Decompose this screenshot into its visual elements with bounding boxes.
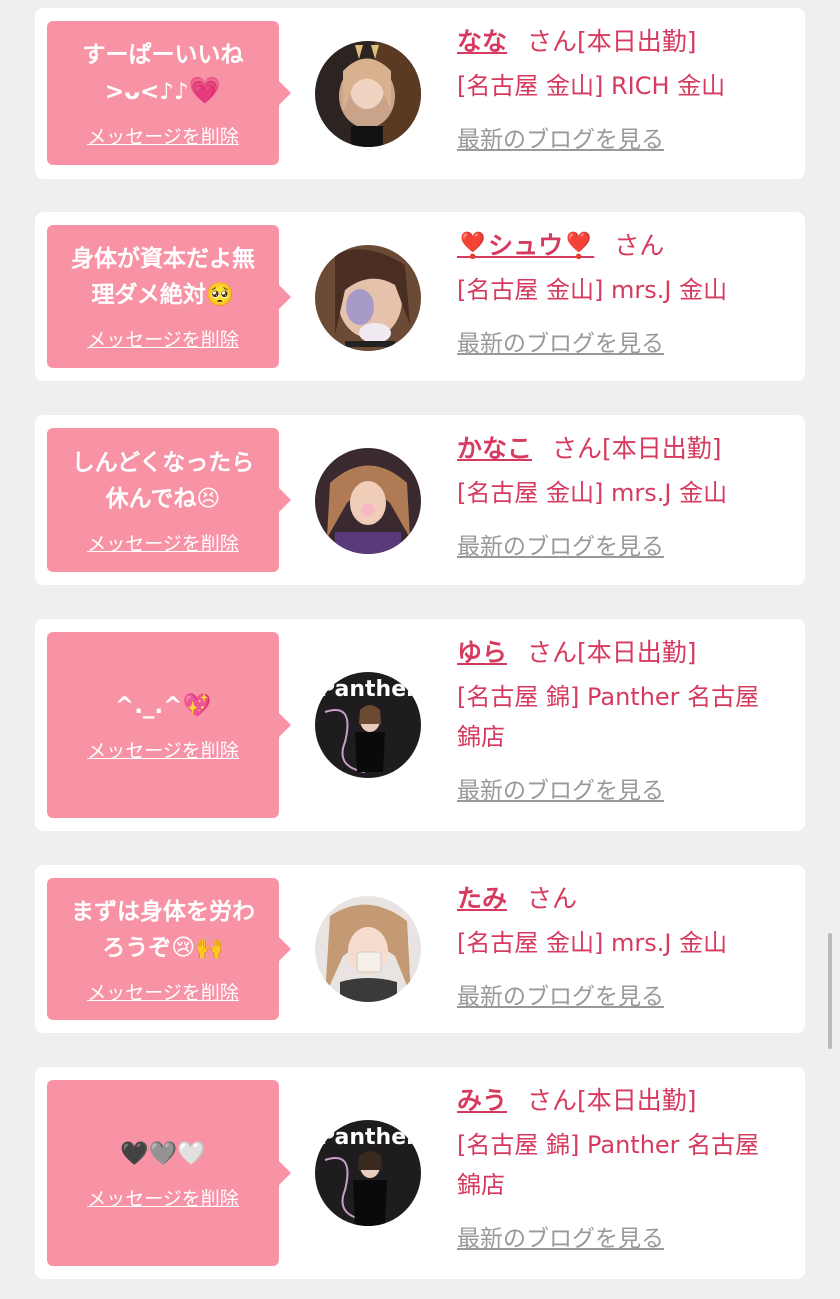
shop-name: [名古屋 金山] mrs.J 金山 — [457, 929, 728, 957]
avatar[interactable] — [315, 896, 421, 1002]
delete-message-link[interactable]: メッセージを削除 — [87, 978, 239, 1005]
avatar[interactable] — [315, 245, 421, 351]
honorific: さん — [527, 884, 578, 913]
latest-blog-link[interactable]: 最新のブログを見る — [457, 120, 664, 154]
cast-name-link[interactable]: ❣️シュウ❣️ — [457, 231, 594, 260]
cast-info: ❣️シュウ❣️ さん [名古屋 金山] mrs.J 金山 最新のブログを見る — [457, 226, 795, 358]
message-bubble: 身体が資本だよ無 理ダメ絶対🥺 メッセージを削除 — [47, 225, 291, 368]
avatar[interactable]: Panther — [315, 672, 421, 778]
avatar[interactable] — [315, 41, 421, 147]
cast-name-link[interactable]: なな — [457, 27, 507, 56]
message-bubble: 🖤🩶🤍 メッセージを削除 — [47, 1080, 291, 1266]
honorific: さん — [552, 434, 603, 463]
message-bubble: まずは身体を労わ ろうぞ😢🙌 メッセージを削除 — [47, 878, 291, 1020]
shop-name: [名古屋 金山] mrs.J 金山 — [457, 276, 728, 304]
honorific: さん — [527, 1086, 578, 1115]
work-status: [本日出勤] — [577, 27, 697, 56]
cast-name-link[interactable]: ゆら — [457, 638, 507, 667]
cast-header: たみ さん — [457, 879, 795, 919]
shop-name: [名古屋 金山] mrs.J 金山 — [457, 479, 728, 507]
message-card: 🖤🩶🤍 メッセージを削除 Panther みう さん[本日出勤] [名古屋 錦] … — [35, 1067, 805, 1279]
shop-name: [名古屋 金山] RICH 金山 — [457, 72, 726, 100]
cast-name-link[interactable]: たみ — [457, 884, 507, 913]
honorific: さん — [527, 638, 578, 667]
cast-header: ❣️シュウ❣️ さん — [457, 226, 795, 266]
message-card: ^._.^💖 メッセージを削除 Panther ゆら さん[本日出勤] [名古屋 … — [35, 619, 805, 831]
avatar-logo-text: Panther — [319, 677, 417, 702]
honorific: さん — [527, 27, 578, 56]
latest-blog-link[interactable]: 最新のブログを見る — [457, 324, 664, 358]
cast-name-link[interactable]: かなこ — [457, 434, 532, 463]
delete-message-link[interactable]: メッセージを削除 — [87, 1184, 239, 1211]
avatar[interactable] — [315, 448, 421, 554]
message-bubble: しんどくなったら 休んでね😣 メッセージを削除 — [47, 428, 291, 572]
message-text: しんどくなったら 休んでね😣 — [71, 449, 255, 512]
avatar[interactable]: Panther — [315, 1120, 421, 1226]
cast-name-link[interactable]: みう — [457, 1086, 507, 1115]
message-text: まずは身体を労わ ろうぞ😢🙌 — [71, 898, 255, 961]
cast-info: なな さん[本日出勤] [名古屋 金山] RICH 金山 最新のブログを見る — [457, 22, 795, 154]
message-card: すーぱーいいね >ᴗ<♪♪💗 メッセージを削除 なな さん[本日出勤] [名古屋 … — [35, 8, 805, 179]
cast-header: みう さん[本日出勤] — [457, 1081, 795, 1121]
cast-info: かなこ さん[本日出勤] [名古屋 金山] mrs.J 金山 最新のブログを見る — [457, 429, 795, 561]
message-text: 🖤🩶🤍 — [120, 1140, 206, 1167]
message-text: ^._.^💖 — [114, 692, 212, 719]
message-bubble: ^._.^💖 メッセージを削除 — [47, 632, 291, 818]
cast-header: ゆら さん[本日出勤] — [457, 633, 795, 673]
honorific: さん — [614, 231, 665, 260]
work-status: [本日出勤] — [577, 1086, 697, 1115]
delete-message-link[interactable]: メッセージを削除 — [87, 736, 239, 763]
scrollbar[interactable] — [828, 933, 832, 1049]
shop-name: [名古屋 錦] Panther 名古屋 錦店 — [457, 683, 760, 751]
avatar-logo-text: Panther — [319, 1125, 417, 1150]
message-text: すーぱーいいね >ᴗ<♪♪💗 — [82, 42, 244, 106]
work-status: [本日出勤] — [602, 434, 722, 463]
delete-message-link[interactable]: メッセージを削除 — [87, 325, 239, 352]
latest-blog-link[interactable]: 最新のブログを見る — [457, 527, 664, 561]
message-card: 身体が資本だよ無 理ダメ絶対🥺 メッセージを削除 ❣️シュウ❣️ さん [名古屋 … — [35, 212, 805, 381]
delete-message-link[interactable]: メッセージを削除 — [87, 122, 239, 149]
latest-blog-link[interactable]: 最新のブログを見る — [457, 771, 664, 805]
cast-info: たみ さん [名古屋 金山] mrs.J 金山 最新のブログを見る — [457, 879, 795, 1011]
cast-info: ゆら さん[本日出勤] [名古屋 錦] Panther 名古屋 錦店 最新のブログ… — [457, 633, 795, 805]
cast-header: なな さん[本日出勤] — [457, 22, 795, 62]
message-card: しんどくなったら 休んでね😣 メッセージを削除 かなこ さん[本日出勤] [名古屋… — [35, 415, 805, 585]
latest-blog-link[interactable]: 最新のブログを見る — [457, 1219, 664, 1253]
message-text: 身体が資本だよ無 理ダメ絶対🥺 — [71, 246, 255, 308]
shop-name: [名古屋 錦] Panther 名古屋 錦店 — [457, 1131, 760, 1199]
message-card: まずは身体を労わ ろうぞ😢🙌 メッセージを削除 たみ さん [名古屋 金山] mr… — [35, 865, 805, 1033]
latest-blog-link[interactable]: 最新のブログを見る — [457, 977, 664, 1011]
cast-header: かなこ さん[本日出勤] — [457, 429, 795, 469]
message-bubble: すーぱーいいね >ᴗ<♪♪💗 メッセージを削除 — [47, 21, 291, 165]
work-status: [本日出勤] — [577, 638, 697, 667]
cast-info: みう さん[本日出勤] [名古屋 錦] Panther 名古屋 錦店 最新のブログ… — [457, 1081, 795, 1253]
delete-message-link[interactable]: メッセージを削除 — [87, 529, 239, 556]
